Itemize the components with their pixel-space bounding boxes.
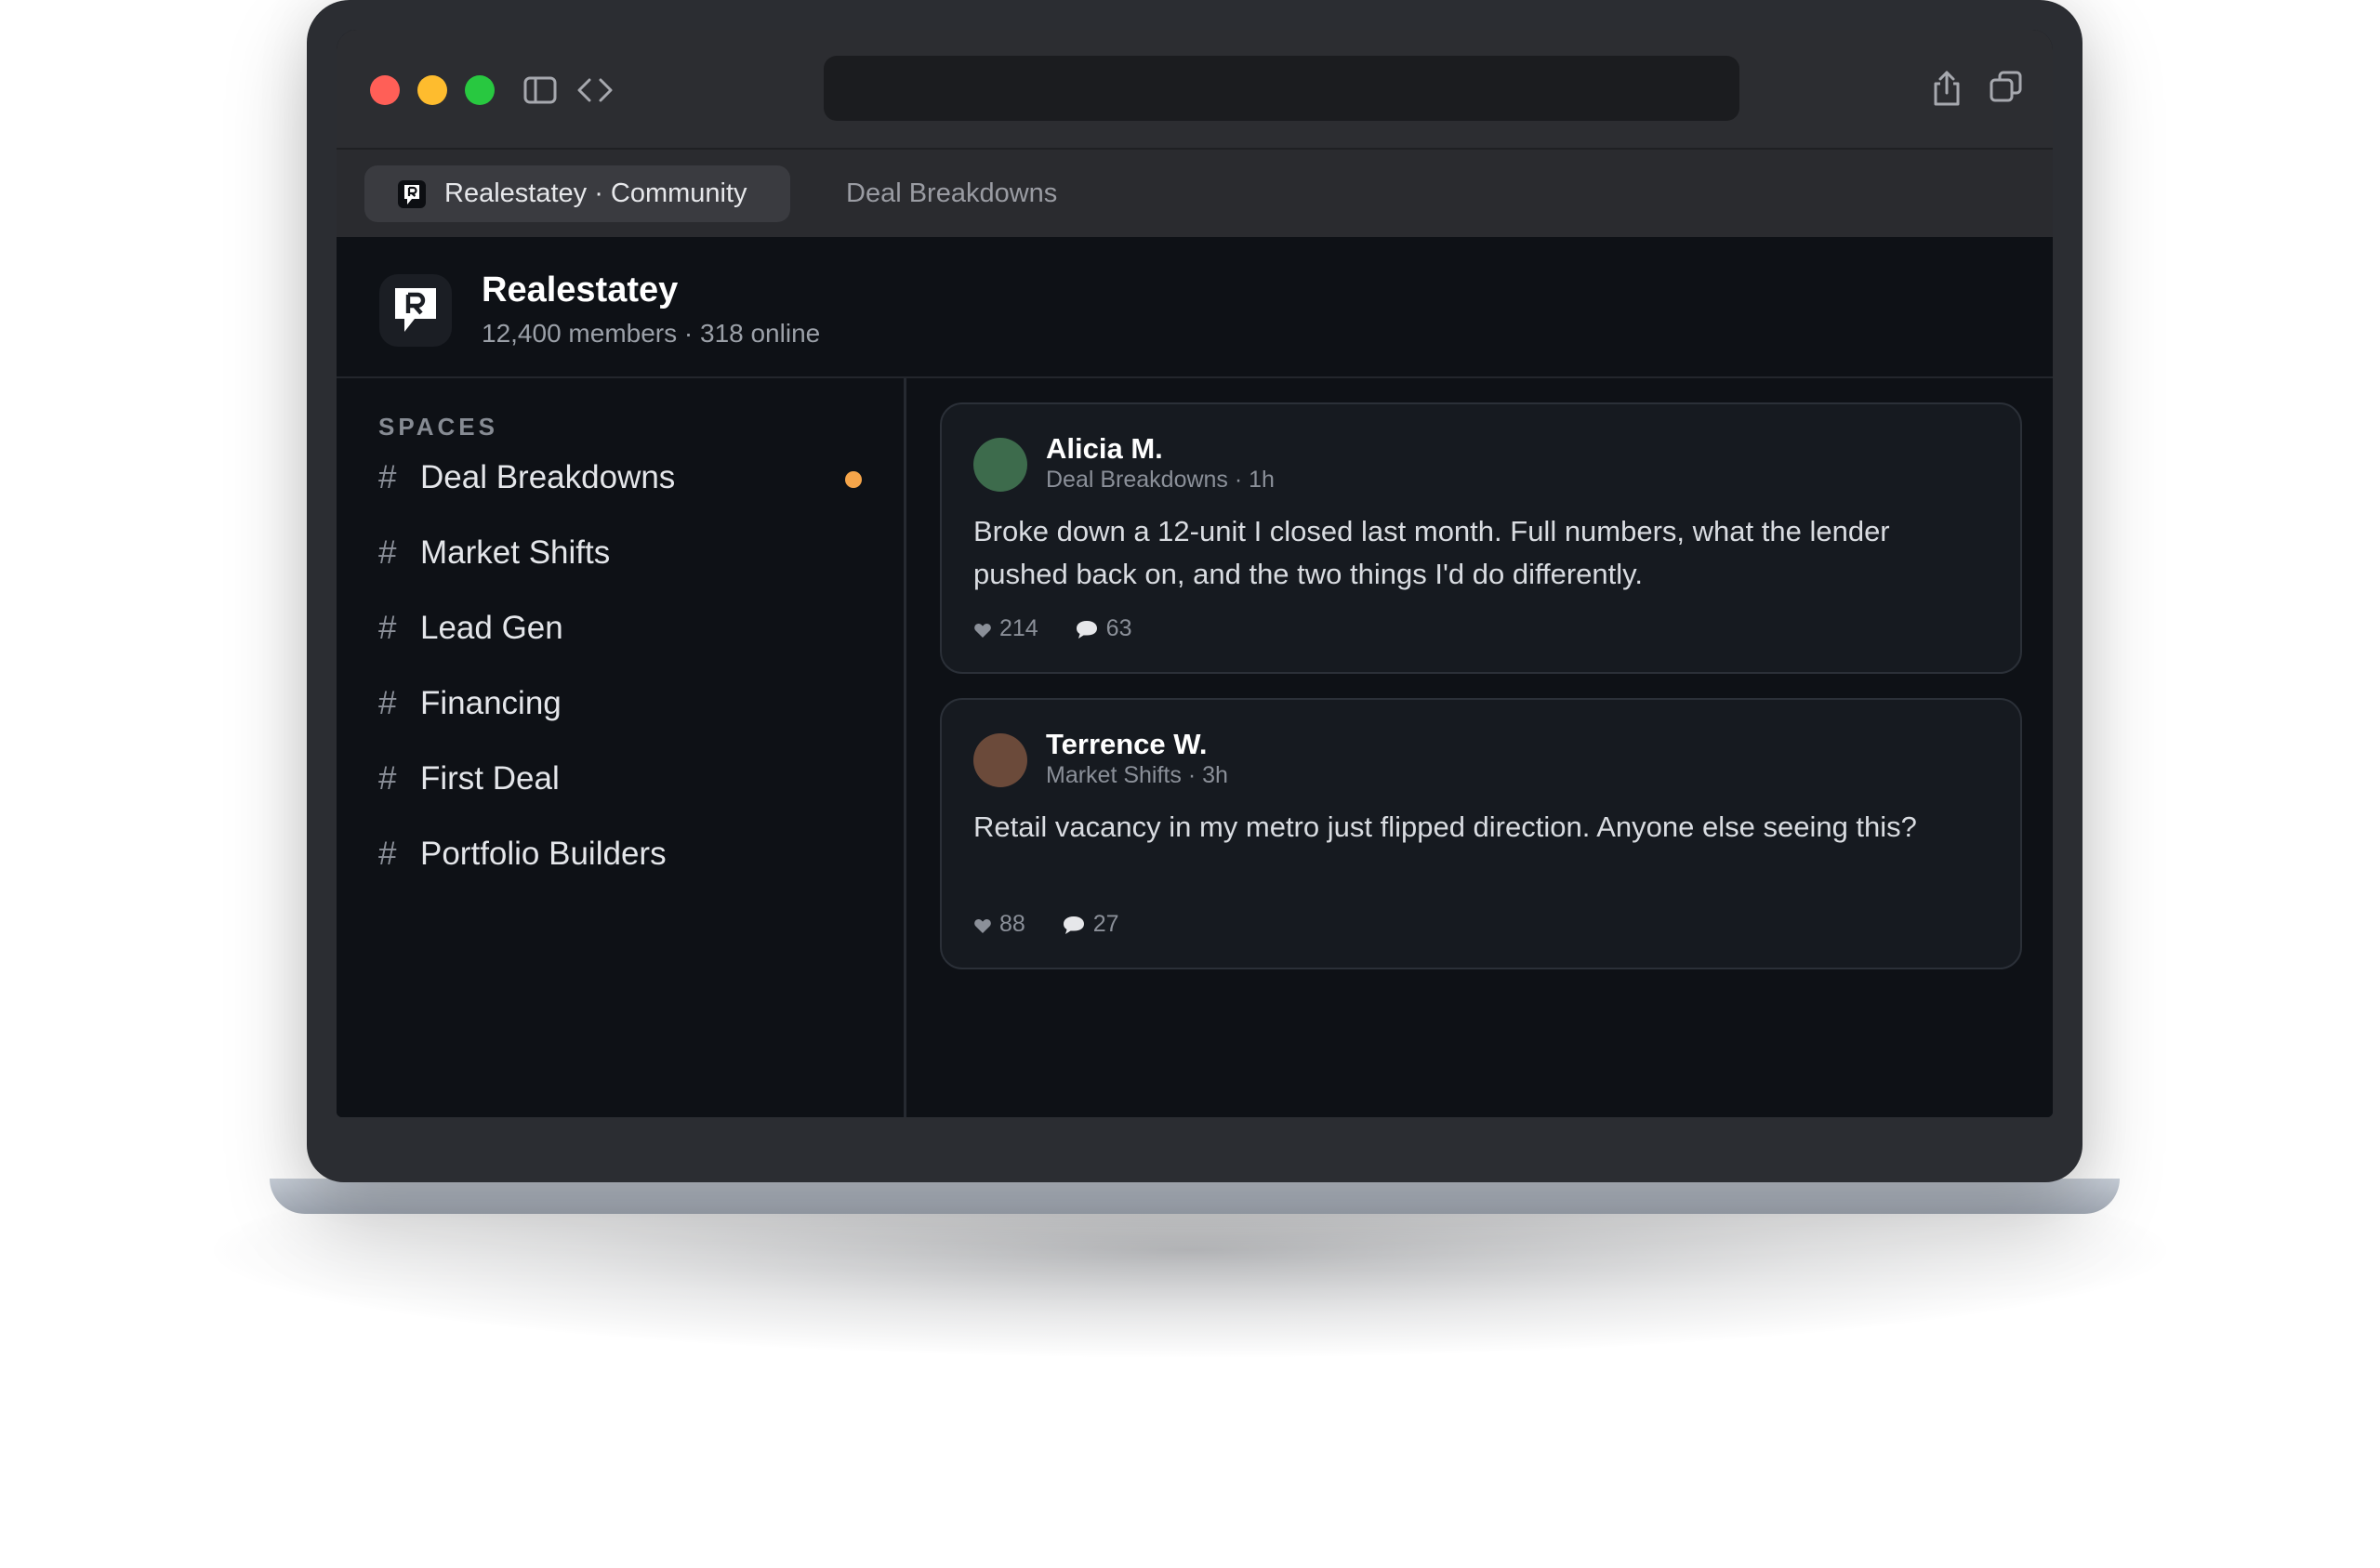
community-name: Realestatey (482, 270, 679, 310)
laptop-frame: Realestatey · Community Deal Breakdowns … (307, 0, 2082, 1182)
speech-bubble-icon (1076, 621, 1097, 639)
comment-count: 63 (1105, 615, 1132, 641)
hash-icon: # (378, 534, 397, 571)
tab-community[interactable]: Realestatey · Community (364, 165, 790, 222)
tab-deal-breakdowns[interactable]: Deal Breakdowns (846, 165, 1162, 222)
post-author[interactable]: Terrence W. (1046, 728, 1207, 761)
spaces-sidebar: SPACES # Deal Breakdowns # Market Shifts… (337, 378, 906, 1117)
post-stats: 214 63 (973, 613, 1161, 644)
like-button[interactable]: 88 (973, 908, 1025, 940)
close-window-button[interactable] (370, 75, 400, 105)
sidebar-item-deal-breakdowns[interactable]: # Deal Breakdowns (378, 448, 862, 507)
address-bar[interactable] (824, 56, 1739, 121)
hash-icon: # (378, 836, 397, 872)
sidebar-item-first-deal[interactable]: # First Deal (378, 749, 862, 809)
post-card[interactable]: Alicia M. Deal Breakdowns · 1h Broke dow… (940, 402, 2022, 674)
post-body: Retail vacancy in my metro just flipped … (973, 810, 1917, 843)
like-button[interactable]: 214 (973, 613, 1038, 644)
community-meta: 12,400 members · 318 online (482, 319, 821, 348)
comment-button[interactable]: 63 (1075, 613, 1132, 644)
post-author[interactable]: Alicia M. (1046, 432, 1163, 466)
sidebar-item-label: Market Shifts (420, 534, 611, 571)
comment-button[interactable]: 27 (1062, 908, 1119, 940)
post-meta: Deal Breakdowns · 1h (1046, 467, 1275, 493)
minimize-window-button[interactable] (417, 75, 447, 105)
post-stats: 88 27 (973, 908, 1149, 940)
sidebar-item-portfolio-builders[interactable]: # Portfolio Builders (378, 824, 862, 884)
sidebar-item-label: Lead Gen (420, 610, 563, 646)
code-brackets-icon[interactable] (575, 72, 613, 108)
sidebar-item-market-shifts[interactable]: # Market Shifts (378, 523, 862, 583)
tab-strip: Realestatey · Community Deal Breakdowns (337, 150, 2053, 237)
share-icon[interactable] (1929, 69, 1964, 106)
realestatey-favicon-icon (398, 180, 426, 208)
heart-icon (974, 918, 991, 933)
post-meta: Market Shifts · 3h (1046, 762, 1228, 788)
sidebar-item-label: Portfolio Builders (420, 836, 667, 872)
comment-count: 27 (1092, 911, 1119, 937)
spaces-section-label: SPACES (378, 413, 498, 441)
post-card[interactable]: Terrence W. Market Shifts · 3h Retail va… (940, 698, 2022, 969)
avatar[interactable] (973, 733, 1027, 787)
post-body: Broke down a 12-unit I closed last month… (973, 515, 1890, 590)
maximize-window-button[interactable] (465, 75, 495, 105)
laptop-base (270, 1179, 2120, 1214)
like-count: 214 (999, 615, 1038, 641)
sidebar-item-lead-gen[interactable]: # Lead Gen (378, 599, 862, 658)
realestatey-logo-icon[interactable] (379, 274, 452, 347)
hash-icon: # (378, 610, 397, 646)
post-feed: Alicia M. Deal Breakdowns · 1h Broke dow… (906, 378, 2053, 1117)
sidebar-item-label: First Deal (420, 760, 560, 797)
screen: Realestatey · Community Deal Breakdowns … (337, 30, 2053, 1117)
avatar[interactable] (973, 438, 1027, 492)
heart-icon (974, 623, 991, 638)
sidebar-item-label: Financing (420, 685, 562, 721)
browser-toolbar (337, 30, 2053, 150)
speech-bubble-icon (1063, 916, 1084, 934)
hash-icon: # (378, 459, 397, 495)
tab-label: Realestatey · Community (444, 178, 747, 208)
like-count: 88 (999, 911, 1025, 937)
sidebar-item-label: Deal Breakdowns (420, 459, 676, 495)
tab-overview-icon[interactable] (1988, 69, 2023, 104)
unread-dot-icon (845, 471, 862, 488)
community-header: Realestatey 12,400 members · 318 online (337, 237, 2053, 378)
hash-icon: # (378, 685, 397, 721)
tab-label: Deal Breakdowns (846, 178, 1058, 208)
sidebar-toggle-icon[interactable] (522, 72, 558, 108)
sidebar-item-financing[interactable]: # Financing (378, 674, 862, 733)
hash-icon: # (378, 760, 397, 797)
